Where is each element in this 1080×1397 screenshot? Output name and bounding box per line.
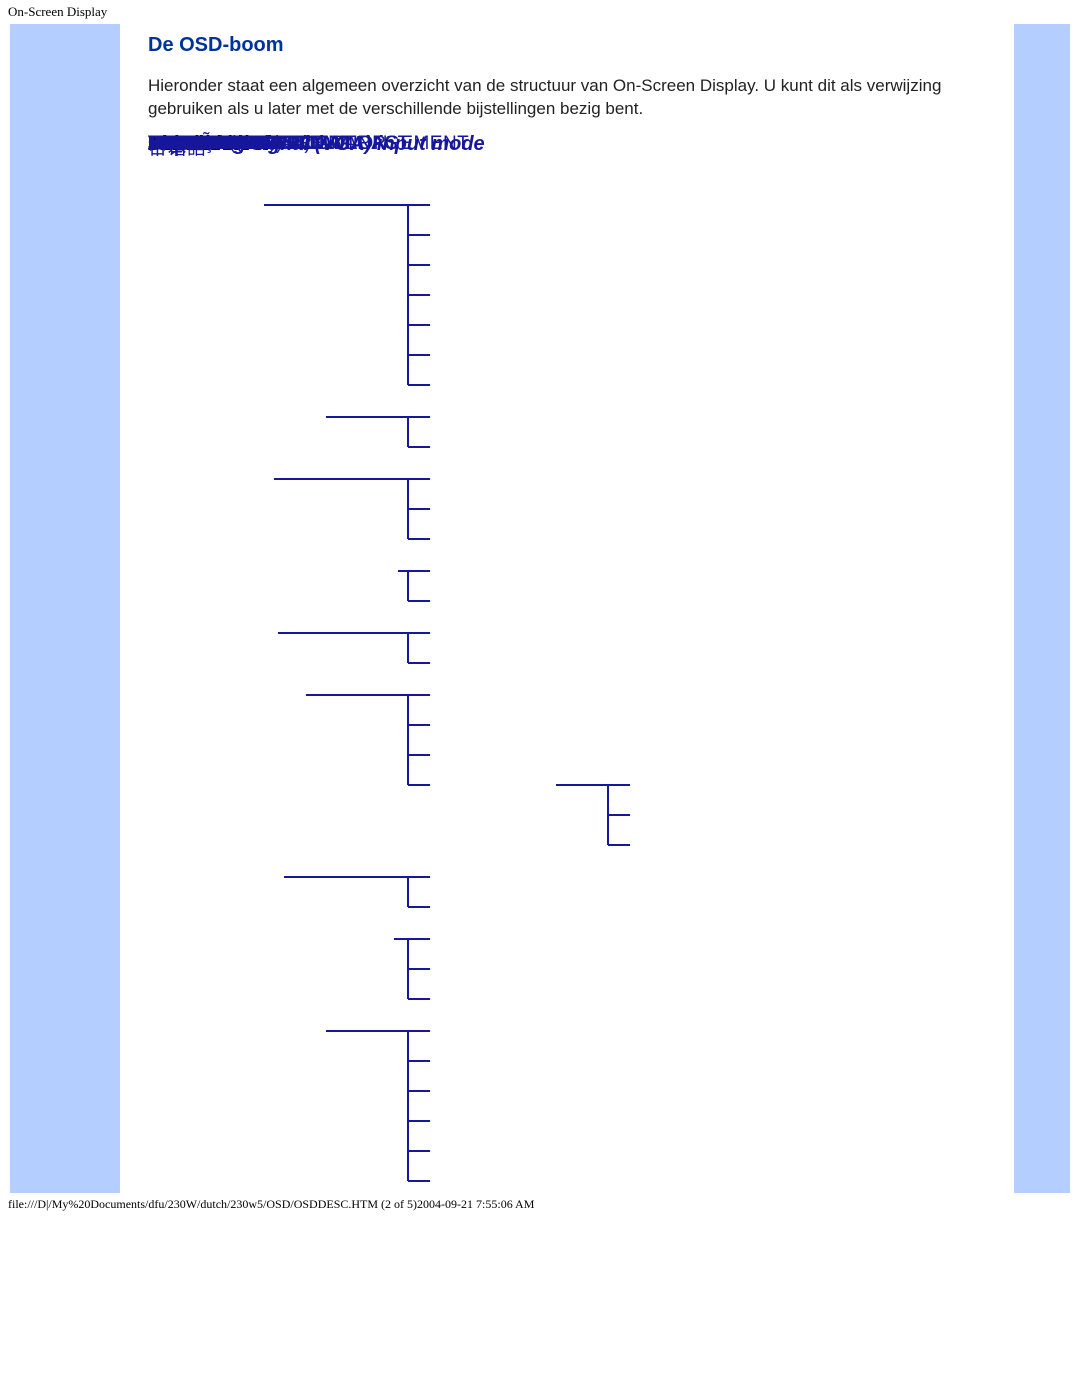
section-heading: De OSD-boom [148,34,986,57]
intro-paragraph: Hieronder staat een algemeen overzicht v… [148,75,986,121]
page-outer: De OSD-boom Hieronder staat een algemeen… [0,24,1080,1193]
second-is-5: HDTV [148,133,202,155]
content-area: De OSD-boom Hieronder staat een algemeen… [120,24,1014,1193]
right-band [1014,24,1070,1193]
content-row: De OSD-boom Hieronder staat een algemeen… [10,24,1070,1193]
tree-connectors [148,133,928,1193]
page-footer-text: file:///D|/My%20Documents/dfu/230W/dutch… [0,1193,1080,1218]
osd-tree-diagram: PC analog signal (VGA) input mode First … [148,133,928,1193]
left-band [10,24,120,1193]
page-header-text: On-Screen Display [0,0,1080,24]
